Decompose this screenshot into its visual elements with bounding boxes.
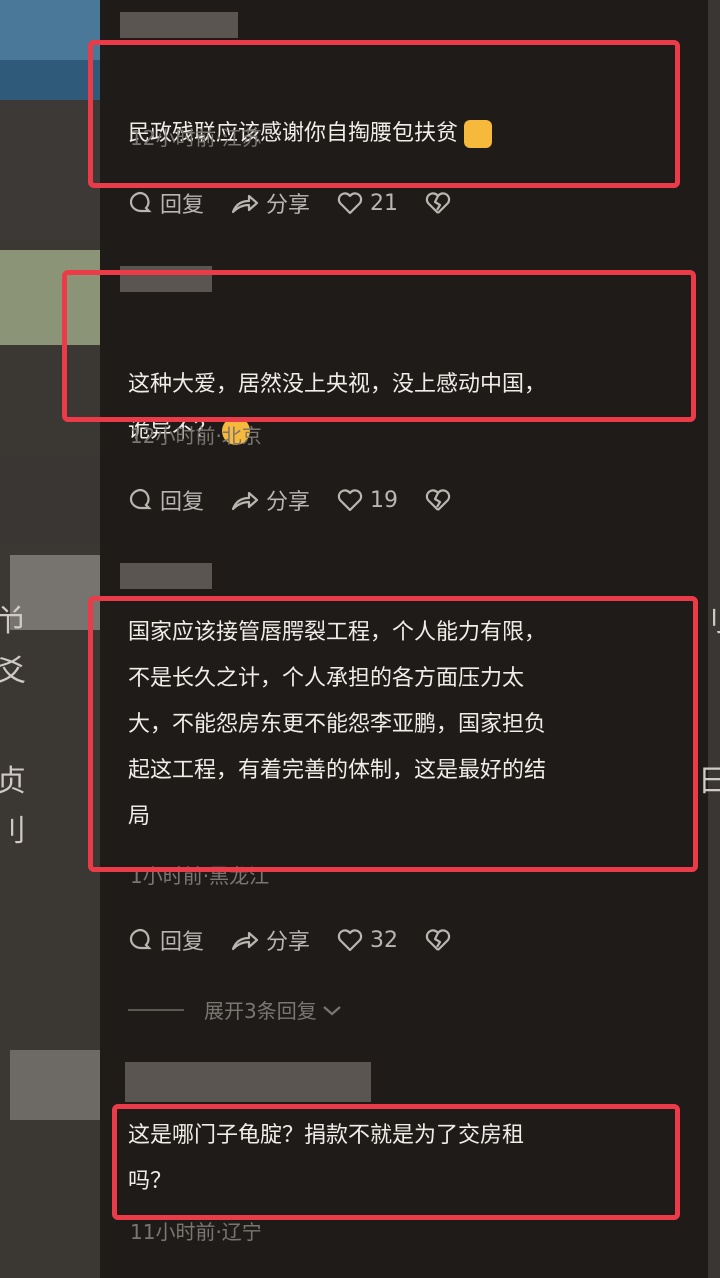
reply-button[interactable]: 回复 — [128, 924, 204, 956]
reply-label: 回复 — [160, 930, 205, 955]
share-label: 分享 — [266, 490, 311, 515]
side-glyph: 日 — [698, 764, 720, 799]
reply-label: 回复 — [160, 490, 205, 515]
comment-meta: 11小时前·辽宁 — [130, 1220, 262, 1244]
background-left-strip: 兯 爻 贞 刂 — [0, 0, 100, 1278]
dislike-button[interactable] — [424, 190, 458, 216]
username-blurred[interactable] — [125, 1062, 371, 1102]
like-count: 32 — [370, 927, 399, 953]
reply-button[interactable]: 回复 — [128, 187, 204, 219]
share-icon — [231, 491, 259, 511]
share-icon — [231, 194, 259, 214]
comment-icon — [129, 488, 152, 510]
heart-icon — [337, 489, 363, 512]
side-glyph: 贞 — [0, 764, 26, 799]
heart-icon — [337, 929, 363, 952]
share-icon — [231, 931, 259, 951]
reply-button[interactable]: 回复 — [128, 484, 204, 516]
comment-actions: 回复 分享 19 — [128, 484, 484, 516]
share-label: 分享 — [266, 193, 311, 218]
highlight-box — [88, 596, 698, 872]
side-glyph: 刂 — [0, 814, 26, 849]
comment-icon — [129, 928, 152, 950]
side-glyph: 刂 — [698, 604, 720, 639]
username-blurred[interactable] — [120, 12, 238, 38]
comment-icon — [129, 191, 152, 213]
divider-line — [128, 1008, 184, 1011]
comment-meta: 12小时前·北京 — [130, 424, 262, 448]
expand-replies-button[interactable]: 展开3条回复 — [128, 995, 343, 1024]
dislike-button[interactable] — [424, 487, 458, 513]
highlight-box — [62, 270, 696, 422]
highlight-box — [112, 1104, 680, 1220]
like-count: 19 — [370, 487, 399, 513]
avatar[interactable] — [0, 0, 100, 60]
share-label: 分享 — [266, 930, 311, 955]
side-glyph: 兯 — [0, 604, 26, 639]
share-button[interactable]: 分享 — [230, 187, 310, 219]
like-button[interactable]: 32 — [336, 927, 398, 953]
broken-heart-icon — [425, 192, 451, 214]
like-button[interactable]: 21 — [336, 190, 398, 216]
side-glyph: 爻 — [0, 654, 26, 689]
highlight-box — [88, 40, 680, 188]
broken-heart-icon — [425, 489, 451, 511]
share-button[interactable]: 分享 — [230, 484, 310, 516]
background-block — [10, 1050, 100, 1120]
background-right-strip: 刂 日 — [698, 0, 720, 1278]
background-block — [0, 100, 100, 240]
chevron-down-icon — [323, 1005, 341, 1015]
share-button[interactable]: 分享 — [230, 924, 310, 956]
background-block — [0, 455, 100, 545]
dislike-button[interactable] — [424, 927, 458, 953]
broken-heart-icon — [425, 929, 451, 951]
comment-actions: 回复 分享 32 — [128, 924, 484, 956]
expand-replies-label: 展开3条回复 — [204, 999, 317, 1023]
like-button[interactable]: 19 — [336, 487, 398, 513]
reply-label: 回复 — [160, 193, 205, 218]
comment-actions: 回复 分享 21 — [128, 187, 484, 219]
like-count: 21 — [370, 190, 399, 216]
heart-icon — [337, 192, 363, 215]
username-blurred[interactable] — [120, 563, 212, 589]
